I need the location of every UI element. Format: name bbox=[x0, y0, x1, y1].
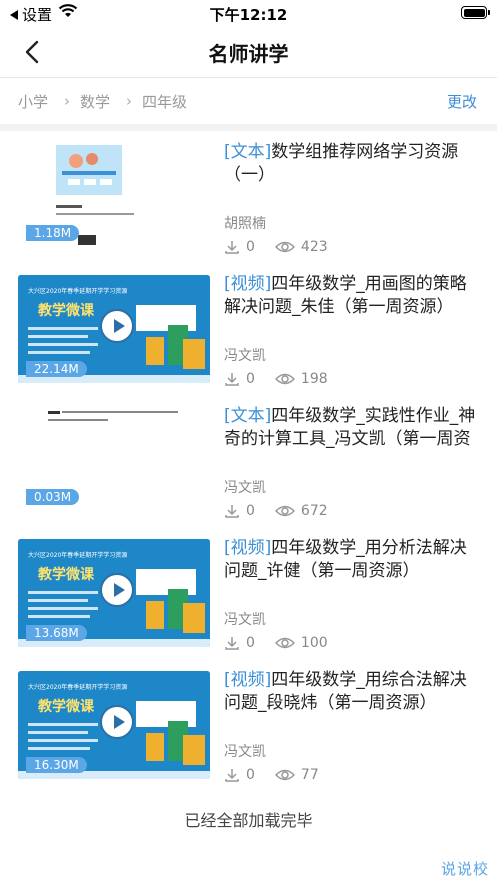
view-count: 198 bbox=[300, 371, 328, 387]
doc-thumbnail: 1.18M bbox=[18, 139, 210, 247]
type-tag: [视频] bbox=[224, 538, 272, 558]
video-header-text: 大兴区2020年春季延期开学学习资源 bbox=[28, 551, 127, 559]
video-title-text: 教学微课 bbox=[38, 698, 95, 715]
list-item[interactable]: 0.03M [文本]四年级数学_实践性作业_神奇的计算工具_冯文凯（第一周资源）… bbox=[0, 395, 497, 527]
doc-thumbnail: 0.03M bbox=[18, 403, 210, 511]
eye-icon bbox=[274, 241, 295, 253]
file-size-badge: 16.30M bbox=[26, 757, 87, 773]
list-item[interactable]: 大兴区2020年春季延期开学学习资源 教学微课 13.68M [视频]四年级数学… bbox=[0, 527, 497, 659]
video-thumbnail: 大兴区2020年春季延期开学学习资源 教学微课 13.68M bbox=[18, 539, 210, 647]
author-name: 胡照楠 bbox=[224, 216, 266, 232]
resource-title[interactable]: [文本]四年级数学_实践性作业_神奇的计算工具_冯文凯（第一周资源） bbox=[224, 405, 483, 451]
breadcrumb-grade[interactable]: 四年级 bbox=[142, 91, 187, 112]
change-button[interactable]: 更改 bbox=[447, 91, 477, 112]
resource-title[interactable]: [视频]四年级数学_用综合法解决问题_段晓炜（第一周资源） bbox=[224, 669, 483, 715]
author-name: 冯文凯 bbox=[224, 612, 266, 628]
download-icon bbox=[225, 241, 239, 254]
video-title-text: 教学微课 bbox=[38, 566, 95, 583]
video-title-text: 教学微课 bbox=[38, 302, 95, 319]
battery-icon bbox=[461, 6, 490, 19]
nav-bar: 名师讲学 bbox=[0, 26, 497, 78]
file-size-badge: 1.18M bbox=[26, 225, 80, 241]
eye-icon bbox=[274, 769, 295, 781]
video-thumbnail: 大兴区2020年春季延期开学学习资源 教学微课 16.30M bbox=[18, 671, 210, 779]
resource-list: 1.18M [文本]数学组推荐网络学习资源（一） 胡照楠 0 423 大兴区20… bbox=[0, 131, 497, 791]
author-name: 冯文凯 bbox=[224, 744, 266, 760]
resource-stats: 0 198 bbox=[224, 371, 328, 387]
list-item[interactable]: 1.18M [文本]数学组推荐网络学习资源（一） 胡照楠 0 423 bbox=[0, 131, 497, 263]
type-tag: [文本] bbox=[224, 406, 272, 426]
play-icon[interactable] bbox=[100, 309, 134, 343]
download-icon bbox=[225, 769, 239, 782]
eye-icon bbox=[274, 505, 295, 517]
type-tag: [视频] bbox=[224, 670, 272, 690]
type-tag: [视频] bbox=[224, 274, 272, 294]
view-count: 672 bbox=[300, 503, 328, 519]
watermark-logo: 说说校 bbox=[440, 860, 489, 878]
download-icon bbox=[225, 505, 239, 518]
author-name: 冯文凯 bbox=[224, 480, 266, 496]
file-size-badge: 0.03M bbox=[26, 489, 80, 505]
download-count: 0 bbox=[246, 635, 255, 651]
file-size-badge: 22.14M bbox=[26, 361, 87, 377]
resource-title[interactable]: [视频]四年级数学_用画图的策略解决问题_朱佳（第一周资源） bbox=[224, 273, 483, 319]
video-header-text: 大兴区2020年春季延期开学学习资源 bbox=[28, 683, 127, 691]
eye-icon bbox=[274, 637, 295, 649]
play-icon[interactable] bbox=[100, 573, 134, 607]
load-complete-message: 已经全部加载完毕 bbox=[184, 811, 313, 830]
breadcrumb-separator-icon: › bbox=[126, 92, 133, 110]
resource-title[interactable]: [视频]四年级数学_用分析法解决问题_许健（第一周资源） bbox=[224, 537, 483, 583]
resource-stats: 0 672 bbox=[224, 503, 328, 519]
file-size-badge: 13.68M bbox=[26, 625, 87, 641]
download-count: 0 bbox=[246, 503, 255, 519]
download-icon bbox=[225, 637, 239, 650]
author-name: 冯文凯 bbox=[224, 348, 266, 364]
breadcrumb: 小学 › 数学 › 四年级 更改 bbox=[0, 78, 497, 124]
view-count: 77 bbox=[300, 767, 319, 783]
type-tag: [文本] bbox=[224, 142, 272, 162]
page-title: 名师讲学 bbox=[208, 42, 289, 66]
video-thumbnail: 大兴区2020年春季延期开学学习资源 教学微课 22.14M bbox=[18, 275, 210, 383]
list-item[interactable]: 大兴区2020年春季延期开学学习资源 教学微课 22.14M [视频]四年级数学… bbox=[0, 263, 497, 395]
list-item[interactable]: 大兴区2020年春季延期开学学习资源 教学微课 16.30M [视频]四年级数学… bbox=[0, 659, 497, 791]
resource-stats: 0 77 bbox=[224, 767, 319, 783]
view-count: 100 bbox=[300, 635, 328, 651]
section-divider bbox=[0, 124, 497, 131]
download-icon bbox=[225, 373, 239, 386]
status-time: 下午12:12 bbox=[209, 6, 288, 24]
video-header-text: 大兴区2020年春季延期开学学习资源 bbox=[28, 287, 127, 295]
breadcrumb-level[interactable]: 小学 bbox=[18, 91, 48, 112]
resource-title[interactable]: [文本]数学组推荐网络学习资源（一） bbox=[224, 141, 483, 187]
resource-stats: 0 423 bbox=[224, 239, 328, 255]
play-icon[interactable] bbox=[100, 705, 134, 739]
breadcrumb-separator-icon: › bbox=[64, 92, 71, 110]
breadcrumb-subject[interactable]: 数学 bbox=[80, 91, 110, 112]
status-bar: 设置 下午12:12 bbox=[0, 0, 497, 26]
download-count: 0 bbox=[246, 767, 255, 783]
download-count: 0 bbox=[246, 239, 255, 255]
download-count: 0 bbox=[246, 371, 255, 387]
resource-stats: 0 100 bbox=[224, 635, 328, 651]
eye-icon bbox=[274, 373, 295, 385]
view-count: 423 bbox=[300, 239, 328, 255]
